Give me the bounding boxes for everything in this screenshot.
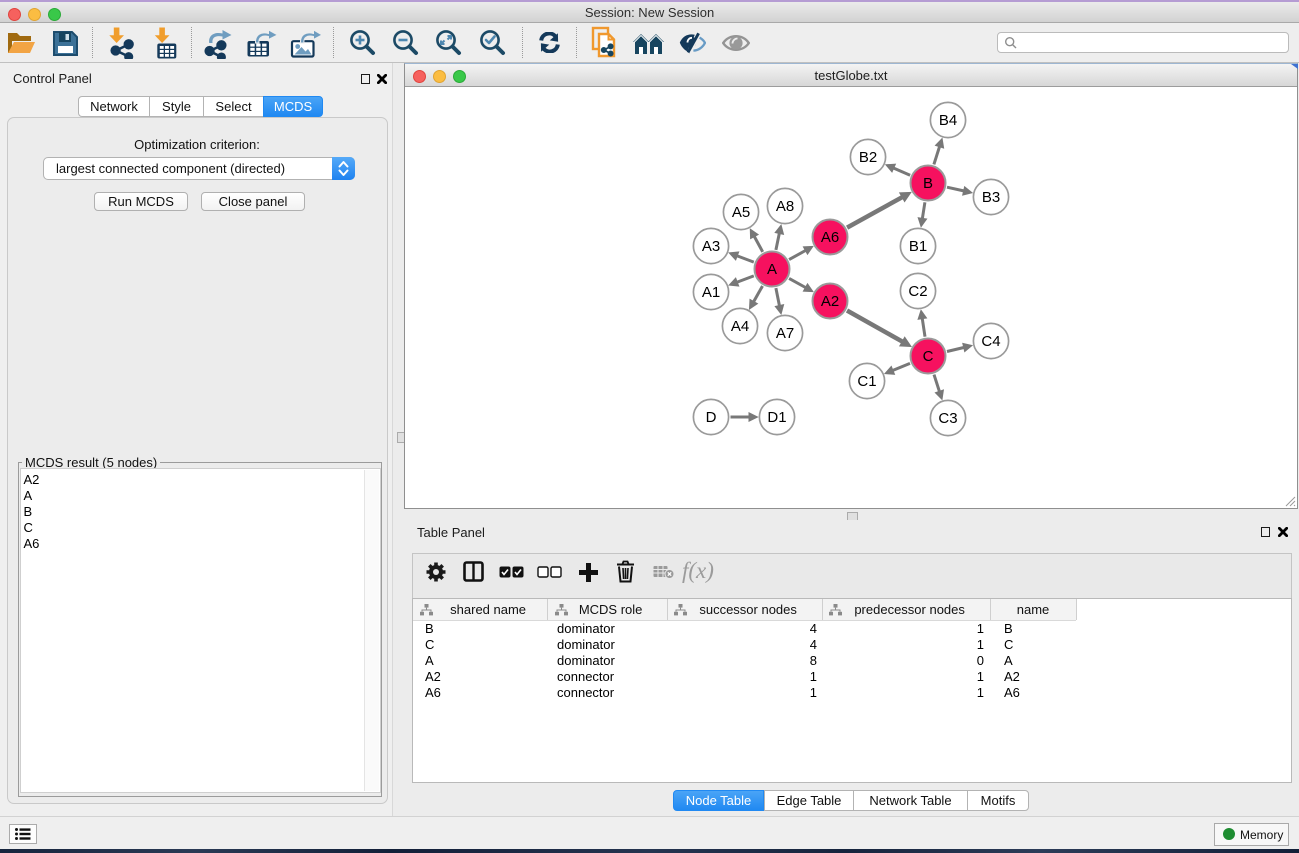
svg-text:C2: C2	[908, 283, 927, 300]
svg-text:B4: B4	[939, 112, 957, 129]
svg-text:A5: A5	[732, 204, 750, 221]
svg-text:B3: B3	[982, 189, 1000, 206]
svg-text:A6: A6	[821, 229, 839, 246]
svg-text:B2: B2	[859, 149, 877, 166]
svg-text:A3: A3	[702, 238, 720, 255]
svg-text:C1: C1	[857, 373, 876, 390]
svg-text:D: D	[706, 409, 717, 426]
svg-text:A1: A1	[702, 284, 720, 301]
svg-text:C3: C3	[938, 410, 957, 427]
svg-text:C: C	[923, 348, 934, 365]
svg-text:A: A	[767, 261, 777, 278]
svg-text:A8: A8	[776, 198, 794, 215]
svg-text:B1: B1	[909, 238, 927, 255]
svg-text:B: B	[923, 175, 933, 192]
svg-text:C4: C4	[981, 333, 1000, 350]
svg-text:D1: D1	[767, 409, 786, 426]
svg-text:A7: A7	[776, 325, 794, 342]
svg-text:A4: A4	[731, 318, 749, 335]
svg-text:A2: A2	[821, 293, 839, 310]
